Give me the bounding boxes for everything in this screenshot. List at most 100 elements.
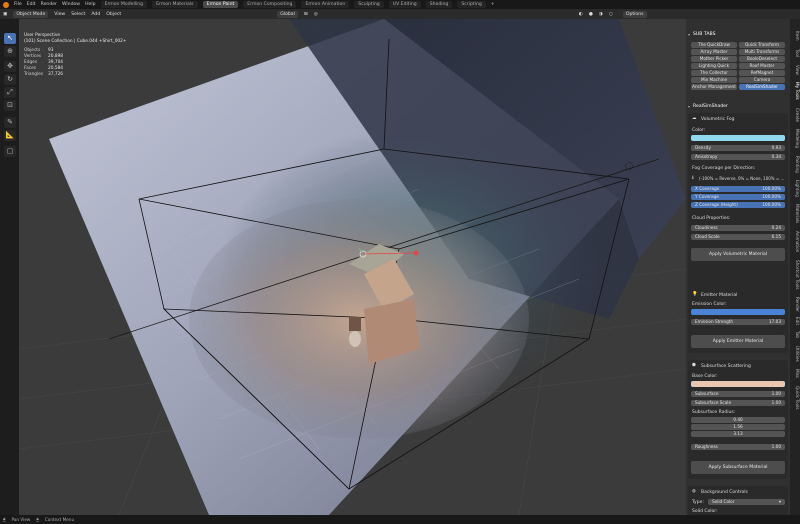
workspace-tab[interactable]: Ermon Compositing	[243, 1, 297, 8]
tab-utilities[interactable]: Utilities	[790, 343, 800, 365]
apply-subsurface-button[interactable]: Apply Subsurface Material	[691, 461, 785, 474]
density-field[interactable]: Density 0.93	[691, 145, 785, 151]
tab-misc[interactable]: Misc	[790, 367, 800, 381]
overlay-icon[interactable]: ◐	[579, 12, 583, 17]
apply-emitter-button[interactable]: Apply Emitter Material	[691, 335, 785, 348]
annotate-icon[interactable]: ✎	[4, 117, 16, 128]
realsim-panel-header[interactable]: ▾ RealSimShader	[688, 102, 788, 110]
workspace-tab-active[interactable]: Ermon Paint	[202, 1, 239, 8]
menu-help[interactable]: Help	[85, 2, 95, 7]
menu-edit[interactable]: Edit	[27, 2, 36, 7]
tab-lighting[interactable]: Lighting	[790, 177, 800, 199]
rotate-icon[interactable]: ↻	[4, 74, 16, 85]
tab-modeling[interactable]: Modeling	[790, 127, 800, 151]
fog-color-swatch[interactable]	[691, 135, 785, 141]
transform-icon[interactable]: ⊡	[4, 100, 16, 111]
subtab-button[interactable]: The QuickDraw	[691, 42, 737, 48]
object-menu[interactable]: Object	[106, 12, 121, 17]
scale-icon[interactable]: ⤢	[4, 87, 16, 98]
radius-x-field[interactable]: 0.40	[691, 417, 785, 423]
select-menu[interactable]: Select	[71, 12, 85, 17]
tab-materials[interactable]: Materials	[790, 201, 800, 227]
workspace-tab[interactable]: Ermon Modelling	[100, 1, 148, 8]
subsurface-section: ⬢ Subsurface Scattering Base Color: Subs…	[688, 360, 788, 479]
subtab-button[interactable]: Mother Picker	[691, 56, 737, 62]
tab-item[interactable]: Item	[790, 29, 800, 43]
tab-animation[interactable]: Animation	[790, 229, 800, 255]
emission-strength-field[interactable]: Emission Strength 17.03	[691, 319, 785, 325]
x-coverage-slider[interactable]: X Coverage 100.00%	[691, 186, 785, 192]
emission-color-swatch[interactable]	[691, 309, 785, 315]
radius-y-field[interactable]: 1.56	[691, 424, 785, 430]
mouse-icon: 🖱	[3, 517, 6, 522]
subsurface-scale-field[interactable]: Subsurface Scale 1.00	[691, 400, 785, 406]
mouse-icon: 🖱	[36, 517, 39, 522]
roughness-field[interactable]: Roughness 1.00	[691, 444, 785, 450]
subtab-button[interactable]: Roof Master	[739, 63, 785, 69]
tab-painting[interactable]: Painting	[790, 153, 800, 175]
workspace-tab[interactable]: Ermon Materials	[152, 1, 198, 8]
background-title: Background Controls	[701, 490, 748, 495]
subtab-button[interactable]: Multi Transforms	[739, 49, 785, 55]
radius-label: Subsurface Radius:	[692, 410, 736, 415]
subtab-button[interactable]: Anchor Management	[691, 84, 737, 90]
cloud-scale-field[interactable]: Cloud Scale 6.15	[691, 234, 785, 240]
menu-file[interactable]: File	[14, 2, 22, 7]
blender-logo-icon[interactable]	[3, 1, 9, 8]
workspace-tab[interactable]: Sculpting	[354, 1, 384, 8]
add-cube-icon[interactable]: ▢	[4, 146, 16, 157]
workspace-tab[interactable]: Scripting	[457, 1, 486, 8]
subtabs-panel-header[interactable]: ▾ SUB TABS	[688, 30, 788, 38]
subtab-button[interactable]: BooleDeselect	[739, 56, 785, 62]
tab-tab[interactable]: Tab	[790, 329, 800, 341]
shading-material-icon[interactable]: ◑	[599, 12, 603, 17]
add-workspace-button[interactable]: +	[491, 2, 495, 7]
options-button[interactable]: Options	[622, 10, 647, 18]
editor-type-icon[interactable]: ▣	[3, 12, 7, 17]
tab-my-tools[interactable]: My Tools	[790, 79, 800, 103]
mode-dropdown[interactable]: Object Mode	[13, 10, 49, 18]
tab-shortcut-tools[interactable]: Shortcut Tools	[790, 257, 800, 293]
subtab-button-active[interactable]: RealSimShader	[739, 84, 785, 90]
add-menu[interactable]: Add	[91, 12, 100, 17]
tab-view[interactable]: View	[790, 63, 800, 77]
3d-viewport[interactable]	[19, 19, 686, 515]
base-color-swatch[interactable]	[691, 381, 785, 387]
menu-window[interactable]: Window	[62, 2, 80, 7]
shading-solid-icon[interactable]: ●	[589, 12, 593, 17]
workspace-tab[interactable]: Shading	[425, 1, 453, 8]
subtab-button[interactable]: Array Master	[691, 49, 737, 55]
subtab-button[interactable]: RefMagnet	[739, 70, 785, 76]
select-box-icon[interactable]: ↖	[4, 33, 16, 44]
background-type-dropdown[interactable]: Solid Color ▾	[708, 499, 785, 505]
fog-color-label: Color:	[692, 128, 706, 133]
workspace-tab[interactable]: Ermon Animation	[301, 1, 350, 8]
subtab-button[interactable]: Lighting Quick	[691, 63, 737, 69]
tab-tool[interactable]: Tool	[790, 46, 800, 60]
radius-z-field[interactable]: 3.13	[691, 431, 785, 437]
menu-render[interactable]: Render	[41, 2, 57, 7]
anisotropy-field[interactable]: Anisotropy 0.34	[691, 154, 785, 160]
orientation-dropdown[interactable]: Global	[277, 10, 298, 18]
subtab-button[interactable]: Mix Machine	[691, 77, 737, 83]
tab-render[interactable]: Render	[790, 295, 800, 313]
y-coverage-slider[interactable]: Y Coverage 100.00%	[691, 194, 785, 200]
shading-rendered-icon[interactable]: ○	[609, 12, 613, 17]
subtab-button[interactable]: Quick Transform	[739, 42, 785, 48]
cloudiness-field[interactable]: Cloudiness 0.24	[691, 225, 785, 231]
move-icon[interactable]: ✥	[4, 61, 16, 72]
z-coverage-slider[interactable]: Z Coverage (Height) 100.00%	[691, 202, 785, 208]
tab-quick-tools[interactable]: Quick Tools	[790, 383, 800, 413]
apply-volumetric-button[interactable]: Apply Volumetric Material	[691, 248, 785, 261]
measure-icon[interactable]: 📐	[4, 130, 16, 141]
view-menu[interactable]: View	[54, 12, 65, 17]
subsurface-field[interactable]: Subsurface 1.00	[691, 391, 785, 397]
proportional-icon[interactable]: ◎	[314, 12, 318, 17]
subtab-button[interactable]: The Collector	[691, 70, 737, 76]
snap-icon[interactable]: ⊞	[304, 12, 308, 17]
cursor-icon[interactable]: ⊕	[4, 46, 16, 57]
tab-edit[interactable]: Edit	[790, 315, 800, 327]
workspace-tab[interactable]: UV Editing	[388, 1, 421, 8]
tab-create[interactable]: Create	[790, 105, 800, 125]
subtab-button[interactable]: Camera	[739, 77, 785, 83]
